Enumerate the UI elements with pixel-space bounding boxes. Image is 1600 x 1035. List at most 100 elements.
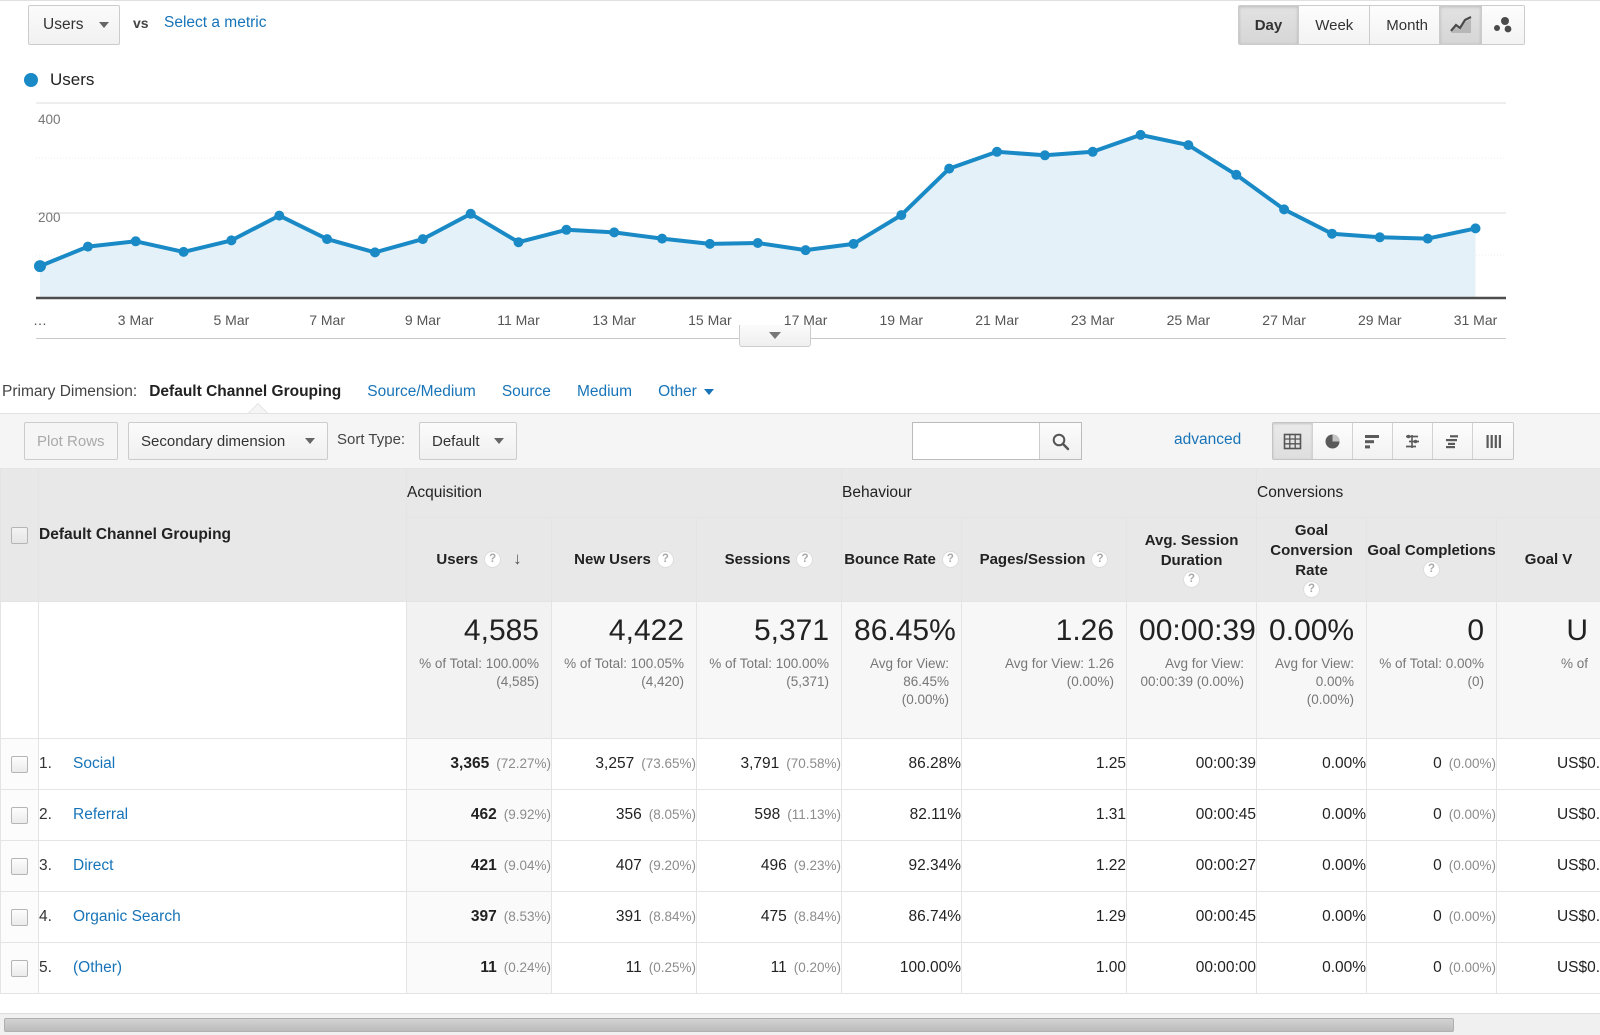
- chart-data-point[interactable]: [896, 210, 907, 221]
- chart-data-point[interactable]: [178, 246, 189, 257]
- granularity-month-button[interactable]: Month: [1370, 6, 1444, 44]
- line-chart-icon-button[interactable]: [1440, 6, 1482, 44]
- help-icon[interactable]: ?: [656, 550, 674, 568]
- row-dimension-link[interactable]: Direct: [73, 857, 113, 874]
- chart-data-point[interactable]: [34, 260, 46, 273]
- row-checkbox[interactable]: [11, 755, 28, 773]
- column-header-sessions[interactable]: Sessions?: [695, 517, 843, 602]
- primary-dimension-active[interactable]: Default Channel Grouping: [149, 383, 341, 401]
- chart-data-point[interactable]: [944, 163, 955, 174]
- help-icon[interactable]: ?: [1091, 550, 1109, 568]
- users-over-time-chart[interactable]: 400 200: [0, 100, 1600, 312]
- chart-data-point[interactable]: [1231, 169, 1242, 180]
- plot-rows-button[interactable]: Plot Rows: [24, 422, 118, 460]
- help-icon[interactable]: ?: [484, 551, 502, 568]
- horizontal-scrollbar[interactable]: [0, 1013, 1600, 1035]
- chart-data-point[interactable]: [1327, 228, 1337, 239]
- x-axis-tick-label: 7 Mar: [309, 312, 345, 328]
- chart-data-point[interactable]: [226, 235, 237, 246]
- chart-data-point[interactable]: [848, 238, 859, 249]
- comparison-view-button[interactable]: [1433, 423, 1473, 459]
- pie-chart-view-button[interactable]: [1313, 423, 1353, 459]
- select-all-checkbox[interactable]: [11, 526, 28, 544]
- chart-data-point[interactable]: [609, 227, 620, 238]
- chart-data-point[interactable]: [1374, 232, 1385, 243]
- cell-percent: (8.84%): [648, 909, 696, 924]
- chart-data-point[interactable]: [465, 208, 476, 219]
- row-checkbox[interactable]: [11, 908, 28, 926]
- column-header-goal-value[interactable]: Goal V: [1496, 517, 1600, 602]
- chart-data-point[interactable]: [417, 234, 428, 245]
- cell-bounce-rate: 86.28%: [841, 738, 963, 790]
- chart-data-point[interactable]: [657, 233, 668, 244]
- chart-data-point[interactable]: [800, 245, 811, 256]
- table-view-button[interactable]: [1273, 423, 1313, 459]
- help-icon[interactable]: ?: [1303, 580, 1321, 598]
- pivot-view-button[interactable]: [1473, 423, 1513, 459]
- column-header-bounce-rate[interactable]: Bounce Rate?: [841, 517, 963, 602]
- secondary-dimension-button[interactable]: Secondary dimension: [128, 422, 328, 460]
- advanced-search-link[interactable]: advanced: [1174, 431, 1241, 449]
- motion-chart-icon-button[interactable]: [1482, 6, 1524, 44]
- chart-data-point[interactable]: [752, 238, 763, 248]
- select-a-metric-link[interactable]: Select a metric: [164, 14, 267, 32]
- primary-dimension-source[interactable]: Source: [502, 383, 551, 401]
- row-dimension-link[interactable]: (Other): [73, 959, 122, 976]
- primary-dimension-other[interactable]: Other: [658, 383, 714, 401]
- summary-subtext: % of Total: 100.05% (4,420): [564, 656, 684, 690]
- table-search-box: [912, 422, 1082, 460]
- chart-data-point[interactable]: [1135, 129, 1146, 140]
- row-checkbox[interactable]: [11, 959, 28, 977]
- chart-data-point[interactable]: [1422, 233, 1433, 244]
- chart-collapse-handle[interactable]: [739, 325, 811, 347]
- primary-dimension-source-medium[interactable]: Source/Medium: [367, 383, 476, 401]
- column-header-goal-completions[interactable]: Goal Completions?: [1366, 517, 1498, 602]
- row-dimension-link[interactable]: Organic Search: [73, 908, 181, 925]
- column-label: Pages/Session: [979, 550, 1086, 568]
- metric-select-users[interactable]: Users: [28, 5, 121, 45]
- chart-data-point[interactable]: [130, 236, 141, 247]
- chart-data-point[interactable]: [370, 247, 380, 258]
- column-header-pages-session[interactable]: Pages/Session?: [961, 517, 1128, 602]
- help-icon[interactable]: ?: [941, 550, 959, 568]
- row-dimension-link[interactable]: Social: [73, 755, 115, 772]
- plot-rows-label: Plot Rows: [37, 432, 105, 450]
- chart-data-point[interactable]: [274, 210, 285, 221]
- chart-data-point[interactable]: [1087, 146, 1098, 157]
- sort-type-select[interactable]: Default: [419, 422, 517, 460]
- search-input[interactable]: [913, 423, 1039, 459]
- horizontal-scrollbar-thumb[interactable]: [4, 1018, 1454, 1032]
- chart-data-point[interactable]: [561, 224, 572, 235]
- x-axis-tick-label: 5 Mar: [213, 312, 250, 328]
- row-checkbox[interactable]: [11, 806, 28, 824]
- column-header-users[interactable]: Users? ↓: [406, 517, 552, 602]
- granularity-day-button[interactable]: Day: [1238, 6, 1300, 44]
- help-icon[interactable]: ?: [796, 550, 814, 568]
- help-icon[interactable]: ?: [1423, 560, 1441, 578]
- row-dimension-link[interactable]: Referral: [73, 806, 128, 823]
- column-header-new-users[interactable]: New Users?: [551, 517, 697, 602]
- chart-data-point[interactable]: [992, 146, 1002, 157]
- row-number: 4.: [39, 908, 52, 925]
- chart-svg: 400 200: [34, 102, 1506, 300]
- summary-subtext: Avg for View: 00:00:39 (0.00%): [1140, 656, 1245, 690]
- help-icon[interactable]: ?: [1183, 570, 1201, 588]
- chart-data-point[interactable]: [1183, 140, 1194, 151]
- dimension-column-header[interactable]: Default Channel Grouping: [38, 468, 407, 602]
- bar-chart-view-button[interactable]: [1353, 423, 1393, 459]
- chart-data-point[interactable]: [1470, 223, 1481, 234]
- column-label: Goal V: [1524, 550, 1573, 568]
- performance-view-button[interactable]: [1393, 423, 1433, 459]
- chart-data-point[interactable]: [322, 234, 333, 245]
- column-header-avg-session-duration[interactable]: Avg. Session Duration?: [1126, 517, 1258, 602]
- primary-dimension-medium[interactable]: Medium: [577, 383, 632, 401]
- search-button[interactable]: [1039, 423, 1081, 459]
- granularity-week-button[interactable]: Week: [1299, 6, 1371, 44]
- chart-data-point[interactable]: [82, 241, 93, 252]
- column-header-goal-conversion-rate[interactable]: Goal Conversion Rate?: [1256, 517, 1368, 602]
- chart-data-point[interactable]: [513, 237, 524, 248]
- chart-data-point[interactable]: [704, 238, 715, 249]
- chart-data-point[interactable]: [1279, 204, 1290, 215]
- row-checkbox[interactable]: [11, 857, 28, 875]
- chart-data-point[interactable]: [1039, 150, 1050, 161]
